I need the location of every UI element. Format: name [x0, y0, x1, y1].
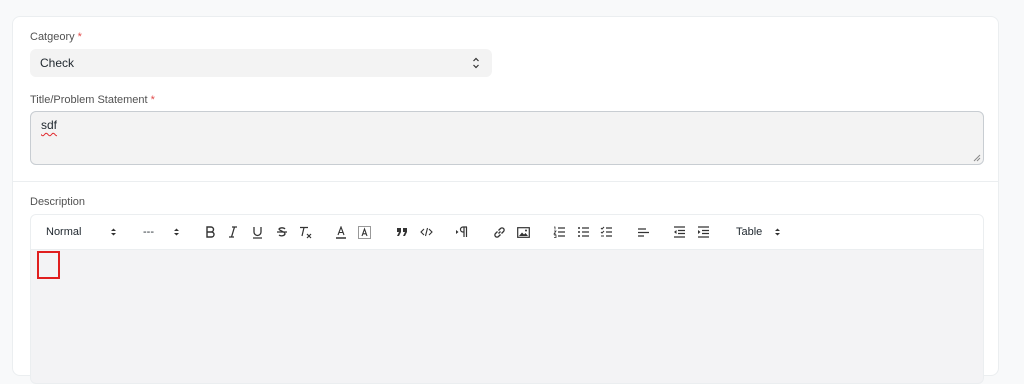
font-size-arrows-icon	[173, 215, 180, 249]
bold-icon[interactable]	[205, 215, 215, 249]
title-value: sdf	[41, 118, 58, 132]
description-editor[interactable]: Normal --- Table	[30, 214, 984, 384]
category-select-value: Check	[40, 56, 75, 70]
underline-icon[interactable]	[252, 215, 263, 249]
table-menu[interactable]: Table	[736, 215, 762, 249]
italic-icon[interactable]	[228, 215, 238, 249]
editor-toolbar: Normal --- Table	[31, 215, 983, 250]
resize-handle-icon[interactable]	[973, 154, 981, 162]
background-color-icon[interactable]	[358, 215, 371, 249]
link-icon[interactable]	[493, 215, 506, 249]
ordered-list-icon[interactable]	[553, 215, 566, 249]
outdent-icon[interactable]	[673, 215, 686, 249]
description-label: Description	[30, 196, 86, 208]
code-icon[interactable]	[420, 215, 433, 249]
required-mark: *	[77, 31, 82, 43]
bullet-list-icon[interactable]	[577, 215, 590, 249]
direction-icon[interactable]	[455, 215, 468, 249]
font-color-icon[interactable]	[335, 215, 347, 249]
table-menu-arrows-icon	[774, 215, 781, 249]
category-label: Catgeory *	[30, 31, 82, 43]
cursor-highlight-box	[37, 251, 60, 279]
blockquote-icon[interactable]	[396, 215, 408, 249]
clear-format-icon[interactable]	[299, 215, 312, 249]
section-divider	[13, 181, 998, 182]
title-textarea[interactable]: sdf	[30, 111, 984, 165]
font-size-select[interactable]: ---	[143, 215, 154, 249]
select-arrows-icon	[473, 57, 479, 69]
form-card: Catgeory * Check Title/Problem Statement *…	[12, 16, 999, 384]
required-mark: *	[150, 94, 155, 106]
strikethrough-icon[interactable]	[276, 215, 288, 249]
title-label: Title/Problem Statement *	[30, 94, 155, 106]
indent-icon[interactable]	[697, 215, 710, 249]
checklist-icon[interactable]	[600, 215, 613, 249]
image-icon[interactable]	[517, 215, 530, 249]
paragraph-style-select[interactable]: Normal	[46, 215, 81, 249]
category-select[interactable]: Check	[30, 49, 492, 77]
paragraph-style-arrows-icon	[110, 215, 117, 249]
align-left-icon[interactable]	[637, 215, 650, 249]
